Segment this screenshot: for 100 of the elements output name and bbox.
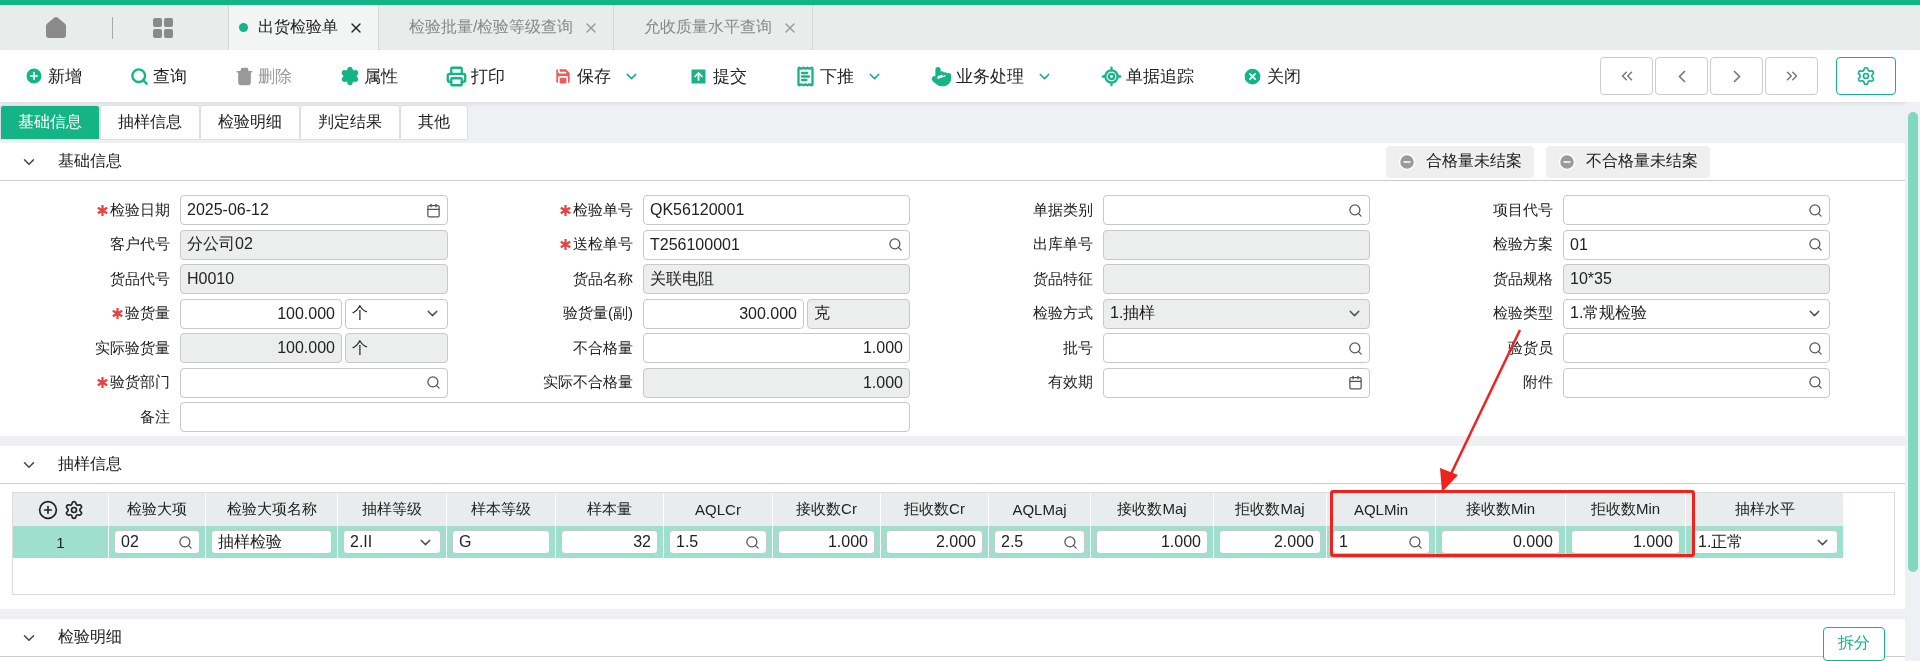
search-icon[interactable] [426, 375, 441, 390]
field-label: 货品特征 [1033, 269, 1093, 289]
toolbar-button[interactable]: 新增 [24, 64, 82, 88]
date-field[interactable]: 2025-06-12 [180, 195, 448, 225]
table-row-header[interactable]: 1 [13, 526, 109, 558]
column-header: 接收数Min [1436, 493, 1566, 526]
field-label: 单据类别 [1033, 200, 1093, 220]
select-field[interactable]: 2.II [343, 530, 441, 554]
search-icon[interactable] [1808, 340, 1823, 356]
hand-pointer-icon [931, 65, 952, 87]
text-field[interactable]: 关联电阻 [643, 264, 910, 294]
toolbar-button[interactable]: 提交 [688, 64, 747, 88]
search-field[interactable] [1103, 195, 1370, 225]
search-field[interactable] [1563, 367, 1830, 398]
search-icon[interactable] [178, 534, 193, 550]
field-label: 附件 [1523, 373, 1553, 392]
field-label: 检验方案 [1493, 235, 1553, 254]
search-icon[interactable] [1408, 534, 1423, 550]
select-field[interactable]: 1.正常 [1691, 530, 1838, 554]
target-icon [1101, 65, 1122, 87]
text-field[interactable] [1103, 264, 1370, 294]
form-tab[interactable]: 抽样信息 [100, 105, 200, 140]
quantity-field[interactable]: 300.000 [643, 298, 804, 329]
search-icon[interactable] [888, 237, 903, 252]
gear-icon[interactable] [63, 499, 84, 520]
settings-button[interactable] [1836, 57, 1896, 95]
add-row-icon[interactable] [37, 499, 58, 520]
search-field[interactable]: 02 [114, 530, 200, 554]
text-field[interactable]: 分公司02 [180, 229, 448, 260]
text-field[interactable] [1103, 229, 1370, 260]
close-icon [1242, 65, 1263, 87]
calendar-icon[interactable] [426, 202, 441, 218]
search-field[interactable] [180, 367, 448, 398]
number-field[interactable]: 1.000 [1096, 530, 1208, 554]
column-header: AQLMaj [989, 493, 1091, 526]
form-tab[interactable]: 判定结果 [300, 105, 400, 140]
number-field[interactable]: 1.000 [1571, 530, 1680, 554]
number-field[interactable]: 1.000 [778, 530, 875, 554]
column-header: 样本等级 [447, 493, 556, 526]
toolbar-button[interactable]: 业务处理 [931, 64, 1053, 88]
field-label: 实际不合格量 [543, 373, 633, 392]
status-button[interactable]: 不合格量未结案 [1546, 145, 1710, 178]
quantity-field[interactable]: 100.000 [180, 298, 342, 329]
select-field[interactable]: 1.抽样 [1103, 298, 1370, 329]
toolbar-button[interactable]: 属性 [340, 64, 398, 88]
search-field[interactable] [1563, 333, 1830, 363]
text-field[interactable]: 抽样检验 [211, 530, 332, 554]
status-button[interactable]: 合格量未结案 [1386, 145, 1534, 178]
search-icon[interactable] [1808, 375, 1823, 390]
search-field[interactable]: 1 [1332, 530, 1430, 554]
toolbar-button[interactable]: 下推 [795, 64, 883, 88]
search-icon[interactable] [1808, 202, 1823, 218]
number-field[interactable]: 2.000 [1219, 530, 1321, 554]
search-icon[interactable] [1348, 340, 1363, 356]
text-field[interactable]: QK56120001 [643, 195, 910, 225]
search-field[interactable]: T256100001 [643, 229, 910, 260]
search-field[interactable]: 01 [1563, 229, 1830, 260]
search-field[interactable] [1103, 333, 1370, 363]
home-icon[interactable] [44, 15, 68, 40]
toolbar-button[interactable]: 单据追踪 [1101, 64, 1194, 88]
number-field[interactable]: 1.000 [643, 367, 910, 398]
search-field[interactable]: 1.5 [669, 530, 767, 554]
toolbar-button[interactable]: 查询 [130, 64, 187, 88]
search-field[interactable] [1563, 195, 1830, 225]
field-label: 出库单号 [1033, 235, 1093, 254]
text-field[interactable]: 10*35 [1563, 264, 1830, 294]
toolbar-button[interactable]: 保存 [553, 64, 640, 88]
search-icon[interactable] [1063, 534, 1078, 550]
unit-field[interactable]: 克 [807, 298, 910, 329]
section-title: 基础信息 [58, 151, 122, 171]
unit-select[interactable]: 个 [345, 298, 448, 329]
scrollbar-thumb[interactable] [1907, 112, 1918, 572]
toolbar-button[interactable]: 打印 [446, 64, 505, 88]
calendar-icon[interactable] [1348, 375, 1363, 390]
search-icon[interactable] [1808, 237, 1823, 252]
column-header: 接收数Maj [1091, 493, 1214, 526]
select-field[interactable]: 1.常规检验 [1563, 298, 1830, 329]
text-field[interactable]: G [452, 530, 550, 554]
document-icon [795, 65, 816, 87]
form-tab[interactable]: 其他 [400, 105, 468, 140]
status-dot [239, 23, 248, 32]
unit-field[interactable]: 个 [345, 333, 448, 363]
remark-field[interactable] [180, 402, 910, 432]
search-icon[interactable] [745, 534, 760, 550]
date-field[interactable] [1103, 367, 1370, 398]
field-label: 送检单号 [573, 235, 633, 254]
chevron-left-icon [1677, 69, 1686, 83]
quantity-field[interactable]: 100.000 [180, 333, 342, 363]
number-field[interactable]: 1.000 [643, 333, 910, 363]
page-tab[interactable]: 出货检验单 [228, 5, 379, 50]
trash-icon [235, 66, 254, 86]
search-icon[interactable] [1348, 202, 1363, 218]
number-field[interactable]: 32 [561, 530, 658, 554]
number-field[interactable]: 0.000 [1441, 530, 1560, 554]
number-field[interactable]: 2.000 [886, 530, 983, 554]
grid-icon[interactable] [151, 15, 175, 40]
search-field[interactable]: 2.5 [994, 530, 1085, 554]
text-field[interactable]: H0010 [180, 264, 448, 294]
form-tab[interactable]: 检验明细 [200, 105, 300, 140]
toolbar-button[interactable]: 关闭 [1242, 64, 1301, 88]
